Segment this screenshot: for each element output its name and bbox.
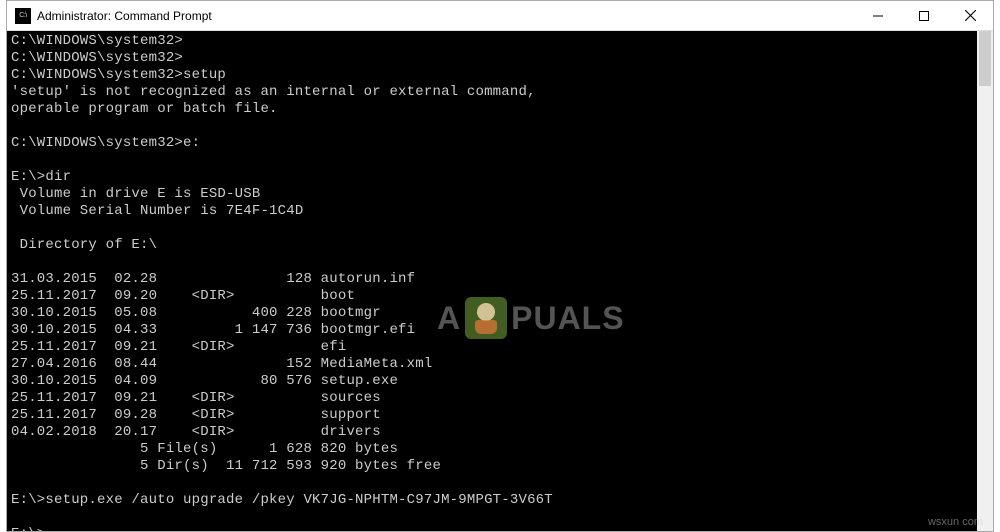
app-icon: C:\ [15, 8, 31, 24]
terminal-line [11, 475, 989, 492]
titlebar[interactable]: C:\ Administrator: Command Prompt [7, 1, 993, 31]
terminal-line: 25.11.2017 09.28 <DIR> support [11, 407, 989, 424]
terminal-line [11, 118, 989, 135]
terminal-line: 25.11.2017 09.21 <DIR> efi [11, 339, 989, 356]
terminal-line: 30.10.2015 04.09 80 576 setup.exe [11, 373, 989, 390]
terminal-line: Volume in drive E is ESD-USB [11, 186, 989, 203]
terminal-line: 5 File(s) 1 628 820 bytes [11, 441, 989, 458]
terminal-line: E:\>dir [11, 169, 989, 186]
terminal-line: E:\>setup.exe /auto upgrade /pkey VK7JG-… [11, 492, 989, 509]
terminal-line: Volume Serial Number is 7E4F-1C4D [11, 203, 989, 220]
terminal-output: C:\WINDOWS\system32>C:\WINDOWS\system32>… [11, 33, 989, 531]
terminal-line: C:\WINDOWS\system32>setup [11, 67, 989, 84]
window-controls [855, 1, 993, 30]
terminal-line: C:\WINDOWS\system32>e: [11, 135, 989, 152]
vertical-scrollbar[interactable] [977, 31, 993, 531]
command-prompt-window: C:\ Administrator: Command Prompt C:\WIN… [6, 0, 994, 532]
terminal-line: 04.02.2018 20.17 <DIR> drivers [11, 424, 989, 441]
terminal-line: E:\> [11, 526, 989, 531]
terminal-line: 30.10.2015 04.33 1 147 736 bootmgr.efi [11, 322, 989, 339]
terminal-line: Directory of E:\ [11, 237, 989, 254]
terminal-area[interactable]: C:\WINDOWS\system32>C:\WINDOWS\system32>… [7, 31, 993, 531]
terminal-line: 'setup' is not recognized as an internal… [11, 84, 989, 101]
terminal-line: C:\WINDOWS\system32> [11, 50, 989, 67]
scroll-thumb[interactable] [979, 31, 991, 86]
terminal-line [11, 152, 989, 169]
maximize-button[interactable] [901, 1, 947, 30]
terminal-line: 5 Dir(s) 11 712 593 920 bytes free [11, 458, 989, 475]
terminal-line [11, 254, 989, 271]
terminal-line: 30.10.2015 05.08 400 228 bootmgr [11, 305, 989, 322]
terminal-line: 31.03.2015 02.28 128 autorun.inf [11, 271, 989, 288]
close-button[interactable] [947, 1, 993, 30]
minimize-button[interactable] [855, 1, 901, 30]
terminal-line: 27.04.2016 08.44 152 MediaMeta.xml [11, 356, 989, 373]
terminal-line [11, 220, 989, 237]
terminal-line: C:\WINDOWS\system32> [11, 33, 989, 50]
terminal-line: operable program or batch file. [11, 101, 989, 118]
terminal-line: 25.11.2017 09.21 <DIR> sources [11, 390, 989, 407]
terminal-line: 25.11.2017 09.20 <DIR> boot [11, 288, 989, 305]
window-title: Administrator: Command Prompt [37, 9, 212, 23]
terminal-line [11, 509, 989, 526]
